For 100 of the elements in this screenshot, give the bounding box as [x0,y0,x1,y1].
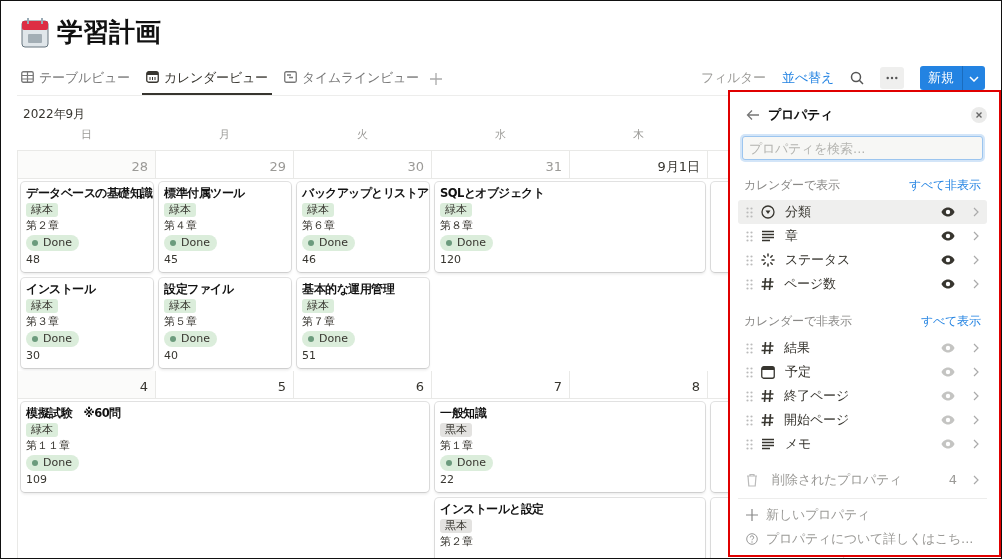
status-tag: Done [26,455,79,471]
page-title: 学習計画 [57,16,161,49]
chevron-icon[interactable] [973,231,979,241]
event-title: 一般知識 [440,406,486,421]
drag-handle-icon[interactable] [746,230,753,242]
chapter-text: 第２章 [26,219,59,233]
tab[interactable]: テーブルビュー [17,61,134,95]
property-row[interactable]: 終了ページ [738,384,987,408]
page-count: 46 [302,253,316,267]
status-tag: Done [164,235,217,251]
date-label: 31 [545,158,563,176]
book-tag: 緑本 [302,203,334,217]
drag-handle-icon[interactable] [746,438,753,450]
tab[interactable]: タイムラインビュー [280,61,423,95]
date-label: 5 [277,378,287,396]
property-row[interactable]: 予定 [738,360,987,384]
event-card[interactable]: 設定ファイル 緑本 第５章 Done 40 [159,278,291,368]
search-icon[interactable] [850,71,864,85]
chevron-icon[interactable] [973,207,979,217]
hash-icon [761,277,774,291]
deleted-count: 4 [948,471,957,490]
weekday-label: 木 [632,128,644,141]
property-name: 予定 [785,363,811,382]
status-tag: Done [164,331,217,347]
chevron-icon[interactable] [973,391,979,401]
close-icon[interactable] [971,107,987,123]
weekday-label: 水 [494,128,506,141]
more-button[interactable] [880,67,904,89]
book-tag: 緑本 [164,299,196,313]
chapter-text: 第８章 [440,219,473,233]
add-view-icon[interactable] [429,72,443,86]
eye-icon[interactable] [941,207,955,217]
property-row[interactable]: 開始ページ [738,408,987,432]
status-tag: Done [26,331,79,347]
chapter-text: 第５章 [164,315,197,329]
property-row[interactable]: 結果 [738,336,987,360]
event-card[interactable]: インストール 緑本 第３章 Done 30 [21,278,153,368]
event-card[interactable]: 模擬試験 ※60問 緑本 第１１章 Done 109 [21,402,429,492]
event-card[interactable]: SQLとオブジェクト 緑本 第８章 Done 120 [435,182,705,272]
chevron-icon[interactable] [973,343,979,353]
chevron-icon[interactable] [973,279,979,289]
chevron-icon[interactable] [973,255,979,265]
book-tag: 緑本 [164,203,196,217]
event-card[interactable]: インストールと設定 黒本 第２章 [435,498,705,558]
date-label: 6 [415,378,425,396]
table-icon [21,71,34,84]
event-title: インストール [26,282,95,297]
event-card[interactable]: バックアップとリストア 緑本 第６章 Done 46 [297,182,429,272]
property-row[interactable]: 章 [738,224,987,248]
drag-handle-icon[interactable] [746,414,753,426]
date-label: 4 [139,378,149,396]
eye-icon[interactable] [941,255,955,265]
event-title: 基本的な運用管理 [302,282,394,297]
drag-handle-icon[interactable] [746,342,753,354]
event-card[interactable]: 標準付属ツール 緑本 第４章 Done 45 [159,182,291,272]
drag-handle-icon[interactable] [746,366,753,378]
drag-handle-icon[interactable] [746,206,753,218]
calendar-icon [761,365,775,379]
property-row[interactable]: ページ数 [738,272,987,296]
weekday-label: 火 [356,128,368,141]
book-tag: 緑本 [440,203,472,217]
property-name: ページ数 [784,275,836,294]
back-arrow-icon[interactable] [746,109,760,121]
hash-icon [761,389,774,403]
dropdown-property-icon [761,205,775,219]
book-tag: 緑本 [26,299,58,313]
page-count: 40 [164,349,178,363]
chevron-icon[interactable] [973,475,979,485]
property-name: 章 [785,227,798,246]
sort-button[interactable]: 並べ替え [782,68,834,88]
deleted-properties-label: 削除されたプロパティ [772,471,902,490]
drag-handle-icon[interactable] [746,390,753,402]
drag-handle-icon[interactable] [746,278,753,290]
event-title: 模擬試験 ※60問 [26,406,121,421]
event-card[interactable]: 一般知識 黒本 第１章 Done 22 [435,402,705,492]
chevron-icon[interactable] [973,415,979,425]
event-card[interactable]: 基本的な運用管理 緑本 第７章 Done 51 [297,278,429,368]
search-field[interactable]: プロパティを検索... [742,136,983,160]
property-row[interactable]: 分類 [738,200,987,224]
page-count: 120 [440,253,461,267]
page-count: 30 [26,349,40,363]
event-title: データベースの基礎知識 [26,186,153,201]
chevron-icon[interactable] [973,439,979,449]
property-row[interactable]: ステータス [738,248,987,272]
drag-handle-icon[interactable] [746,254,753,266]
property-name: 開始ページ [784,411,849,430]
date-label: 9月1日 [657,158,701,176]
help-icon[interactable] [746,533,758,545]
hash-icon [761,341,774,355]
chapter-text: 第１章 [440,439,473,453]
plus-icon[interactable] [746,509,758,521]
section-action-link[interactable]: すべて非表示 [909,176,981,194]
status-tag: Done [26,235,79,251]
chevron-icon[interactable] [973,367,979,377]
tab[interactable]: カレンダービュー [142,61,272,95]
section-action-link[interactable]: すべて表示 [921,312,981,330]
eye-icon[interactable] [941,231,955,241]
eye-icon[interactable] [941,279,955,289]
property-row[interactable]: メモ [738,432,987,456]
event-card[interactable]: データベースの基礎知識 緑本 第２章 Done 48 [21,182,153,272]
